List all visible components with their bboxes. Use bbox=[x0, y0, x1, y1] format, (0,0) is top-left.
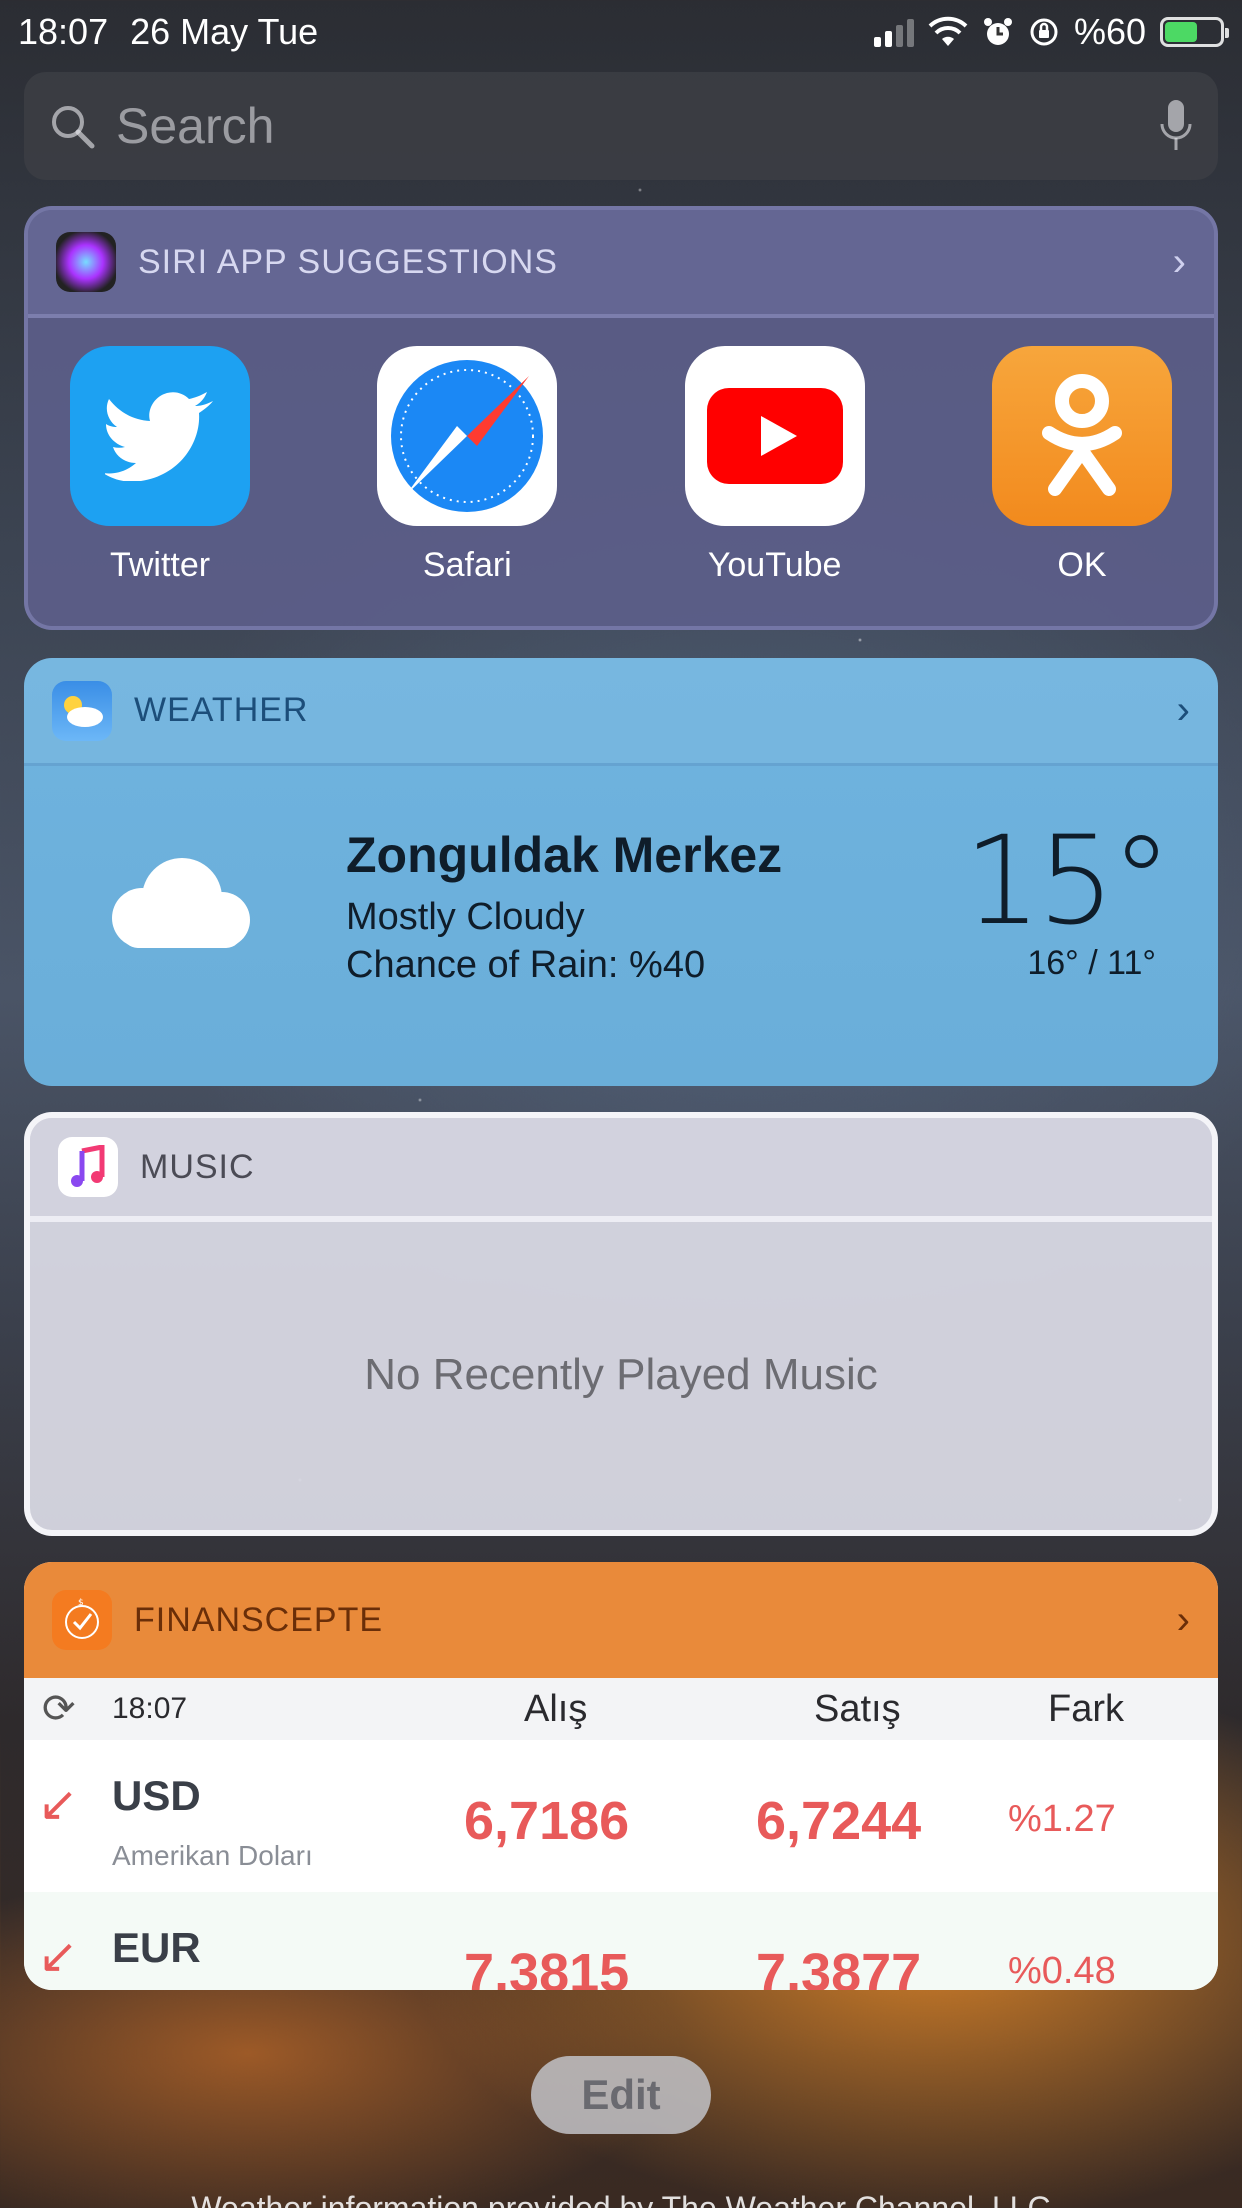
weather-condition: Mostly Cloudy bbox=[346, 896, 585, 938]
music-widget-header[interactable]: MUSIC bbox=[30, 1118, 1212, 1222]
siri-widget-header[interactable]: SIRI APP SUGGESTIONS › bbox=[28, 210, 1214, 318]
search-input[interactable]: Search bbox=[116, 97, 1158, 155]
currency-name: Amerikan Doları bbox=[112, 1840, 313, 1871]
currency-row-usd[interactable]: ↙ USD Amerikan Doları 6,7186 6,7244 %1.2… bbox=[24, 1740, 1218, 1892]
chevron-right-icon[interactable]: › bbox=[1173, 240, 1186, 285]
refresh-icon[interactable]: ⟳ bbox=[42, 1686, 76, 1732]
currency-row-eur[interactable]: ↙ EUR 7,3815 7,3877 %0.48 bbox=[24, 1892, 1218, 1990]
youtube-icon[interactable] bbox=[684, 346, 865, 526]
status-date: 26 May Tue bbox=[130, 11, 319, 52]
battery-percent: %60 bbox=[1073, 11, 1146, 52]
app-safari[interactable]: Safari bbox=[377, 346, 558, 585]
app-ok[interactable]: OK bbox=[991, 346, 1172, 585]
arrow-down-left-icon: ↙ bbox=[38, 1930, 79, 1983]
finanscepte-app-icon: $ bbox=[52, 1590, 112, 1650]
finanscepte-widget-header[interactable]: $ FINANSCEPTE › bbox=[24, 1562, 1218, 1678]
app-twitter[interactable]: Twitter bbox=[70, 346, 250, 585]
weather-app-icon bbox=[52, 680, 112, 741]
siri-widget-title: SIRI APP SUGGESTIONS bbox=[138, 242, 558, 281]
currency-code: EUR bbox=[112, 1924, 201, 1971]
buy-price: 7,3815 bbox=[464, 1943, 630, 1990]
weather-attribution: Weather information provided by The Weat… bbox=[191, 2190, 1051, 2208]
edit-button[interactable]: Edit bbox=[531, 2056, 711, 2134]
app-label: YouTube bbox=[707, 546, 842, 584]
app-label: Twitter bbox=[109, 546, 211, 584]
cellular-signal-icon bbox=[873, 17, 914, 47]
weather-location: Zonguldak Merkez bbox=[346, 827, 783, 883]
column-header-buy: Alış bbox=[524, 1687, 588, 1730]
weather-rain-chance: Chance of Rain: %40 bbox=[346, 944, 706, 986]
music-widget[interactable]: MUSIC No Recently Played Music bbox=[24, 1112, 1218, 1536]
finanscepte-widget[interactable]: $ FINANSCEPTE › ⟳ 18:07 Alış Satış Fark … bbox=[24, 1562, 1218, 1990]
ok-icon[interactable] bbox=[991, 346, 1172, 526]
safari-icon[interactable] bbox=[377, 346, 558, 526]
price-change: %1.27 bbox=[1008, 1798, 1116, 1840]
weather-high-low: 16° / 11° bbox=[1027, 944, 1156, 982]
cloud-icon bbox=[112, 858, 250, 948]
music-app-icon bbox=[58, 1137, 118, 1197]
music-widget-title: MUSIC bbox=[140, 1147, 255, 1186]
column-header-sell: Satış bbox=[814, 1687, 901, 1730]
svg-text:$: $ bbox=[78, 1598, 84, 1608]
app-youtube[interactable]: YouTube bbox=[684, 346, 865, 585]
app-label: OK bbox=[1057, 546, 1107, 584]
chevron-right-icon[interactable]: › bbox=[1177, 1598, 1190, 1643]
weather-widget-title: WEATHER bbox=[134, 691, 309, 729]
buy-price: 6,7186 bbox=[464, 1791, 630, 1851]
sell-price: 6,7244 bbox=[756, 1791, 922, 1851]
sell-price: 7,3877 bbox=[756, 1943, 922, 1990]
alarm-icon bbox=[983, 18, 1012, 45]
microphone-icon[interactable] bbox=[1158, 98, 1194, 154]
search-icon bbox=[52, 106, 95, 149]
column-header-diff: Fark bbox=[1048, 1687, 1124, 1730]
siri-suggestions-widget: SIRI APP SUGGESTIONS › Twitter Safari Yo… bbox=[24, 206, 1218, 630]
weather-widget[interactable]: WEATHER › Zonguldak Merkez Mostly Cloudy… bbox=[24, 658, 1218, 1086]
price-change: %0.48 bbox=[1008, 1950, 1116, 1990]
orientation-lock-icon bbox=[1030, 18, 1058, 46]
currency-code: USD bbox=[112, 1772, 201, 1819]
twitter-icon[interactable] bbox=[70, 346, 250, 526]
weather-widget-header[interactable]: WEATHER › bbox=[24, 658, 1218, 766]
status-bar: 18:07 26 May Tue %60 bbox=[0, 0, 1242, 64]
chevron-right-icon[interactable]: › bbox=[1177, 688, 1190, 733]
finanscepte-widget-title: FINANSCEPTE bbox=[134, 1600, 384, 1639]
wifi-icon bbox=[928, 16, 968, 46]
finance-table-header: ⟳ 18:07 Alış Satış Fark bbox=[24, 1678, 1218, 1740]
battery-icon bbox=[1160, 17, 1229, 47]
app-label: Safari bbox=[422, 546, 512, 584]
status-time: 18:07 bbox=[18, 11, 109, 52]
search-bar[interactable]: Search bbox=[24, 72, 1218, 180]
music-empty-message: No Recently Played Music bbox=[364, 1350, 878, 1399]
siri-icon bbox=[56, 232, 116, 292]
arrow-down-left-icon: ↙ bbox=[38, 1778, 79, 1831]
weather-temperature: 15° bbox=[963, 810, 1172, 952]
finance-update-time: 18:07 bbox=[112, 1692, 188, 1725]
